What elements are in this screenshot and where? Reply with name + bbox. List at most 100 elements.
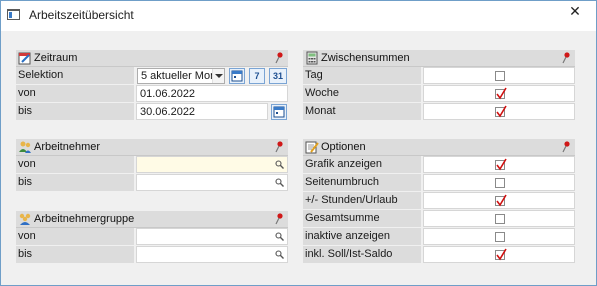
pin-icon[interactable] [274,141,284,153]
search-icon[interactable] [275,178,284,187]
arbeitnehmergruppe-bis-field[interactable] [136,246,288,263]
search-icon[interactable] [275,160,284,169]
optionen-panel: Optionen Grafik anzeigen Seitenumbruch +/-… [303,139,575,264]
optionen-item-value-cell [423,228,575,245]
zwischensummen-panel: Zwischensummen Tag Woche Monat [303,50,575,121]
zeitraum-bis-field[interactable]: 30.06.2022 [136,103,268,120]
zeitraum-von-field[interactable]: 01.06.2022 [136,85,288,102]
optionen-item-label: Grafik anzeigen [303,156,421,173]
zeitraum-header: Zeitraum [16,50,288,67]
checkmark-icon [496,105,507,118]
optionen-item-label: inkl. Soll/Ist-Saldo [303,246,421,263]
arbeitnehmergruppe-title: Arbeitnehmergruppe [34,213,135,225]
selektion-value: 5 aktueller Mon [141,70,217,82]
optionen-item-checkbox[interactable] [495,194,507,207]
selektion-label: Selektion [16,67,134,84]
zwischensummen-item-row: Tag [303,67,575,85]
arbeitnehmergruppe-von-field[interactable] [136,228,288,245]
window-title: Arbeitszeitübersicht [29,8,134,22]
calculator-icon [306,51,318,65]
optionen-item-value-cell [423,210,575,227]
arbeitnehmergruppe-von-row: von [16,228,288,246]
checkmark-icon [496,158,507,171]
zwischensummen-title: Zwischensummen [321,52,410,64]
arbeitnehmergruppe-bis-row: bis [16,246,288,264]
calendar-icon [231,70,243,82]
close-button[interactable]: ✕ [563,3,587,21]
optionen-item-checkbox[interactable] [495,232,505,242]
arbeitnehmergruppe-header: Arbeitnehmergruppe [16,211,288,228]
zeitraum-bis-label: bis [16,103,134,120]
optionen-item-row: +/- Stunden/Urlaub [303,192,575,210]
arbeitnehmergruppe-bis-label: bis [16,246,134,263]
arbeitnehmer-von-label: von [16,156,134,173]
dialog-window: Arbeitszeitübersicht ✕ Zeitraum Selektio… [0,0,597,286]
zwischensummen-item-label: Woche [303,85,421,102]
optionen-item-label: inaktive anzeigen [303,228,421,245]
optionen-item-row: Gesamtsumme [303,210,575,228]
calendar-picker-button[interactable] [271,104,287,120]
notepad-pencil-icon [305,141,319,154]
zwischensummen-item-value-cell [423,85,575,102]
optionen-item-value-cell [423,156,575,173]
optionen-list: Grafik anzeigen Seitenumbruch +/- Stunden/… [303,156,575,264]
checkmark-icon [496,194,507,207]
zwischensummen-item-label: Monat [303,103,421,120]
zwischensummen-list: Tag Woche Monat [303,67,575,121]
zeitraum-panel: Zeitraum Selektion 5 aktueller Mon 7 31 … [16,50,288,121]
optionen-item-checkbox[interactable] [495,214,505,224]
zwischensummen-item-value-cell [423,103,575,120]
arbeitnehmer-title: Arbeitnehmer [34,141,101,153]
zeitraum-title: Zeitraum [34,52,78,64]
pin-icon[interactable] [274,52,284,64]
zeitraum-von-row: von 01.06.2022 [16,85,288,103]
zwischensummen-item-checkbox[interactable] [495,71,505,81]
arbeitnehmer-von-field[interactable] [136,156,288,173]
week-button[interactable]: 7 [249,68,265,84]
optionen-item-checkbox[interactable] [495,158,507,171]
optionen-item-row: inkl. Soll/Ist-Saldo [303,246,575,264]
window-app-icon [7,9,20,20]
zeitraum-von-label: von [16,85,134,102]
zeitraum-bis-row: bis 30.06.2022 [16,103,288,121]
dialog-client-area: Zeitraum Selektion 5 aktueller Mon 7 31 … [1,31,596,285]
users-icon [19,141,31,153]
checkmark-icon [496,87,507,100]
optionen-item-row: Seitenumbruch [303,174,575,192]
zwischensummen-item-checkbox[interactable] [495,87,507,100]
arbeitnehmer-bis-label: bis [16,174,134,191]
selektion-dropdown[interactable]: 5 aktueller Mon [137,68,225,84]
calendar-icon [273,106,285,118]
zwischensummen-item-label: Tag [303,67,421,84]
optionen-item-label: Seitenumbruch [303,174,421,191]
optionen-item-value-cell [423,246,575,263]
search-icon[interactable] [275,232,284,241]
user-group-icon [19,213,31,225]
arbeitnehmer-bis-field[interactable] [136,174,288,191]
calendar-day-button[interactable] [229,68,245,84]
search-icon[interactable] [275,250,284,259]
checkmark-icon [496,248,507,261]
arbeitnehmer-bis-row: bis [16,174,288,192]
calendar-pen-icon [18,52,31,65]
month-button[interactable]: 31 [269,68,287,84]
arbeitnehmergruppe-von-label: von [16,228,134,245]
arbeitnehmer-panel: Arbeitnehmer von bis [16,139,288,192]
pin-icon[interactable] [561,141,571,153]
optionen-item-label: Gesamtsumme [303,210,421,227]
chevron-down-icon[interactable] [212,69,224,83]
selektion-row: Selektion 5 aktueller Mon 7 31 [16,67,288,85]
optionen-item-checkbox[interactable] [495,248,507,261]
pin-icon[interactable] [561,52,571,64]
optionen-item-row: Grafik anzeigen [303,156,575,174]
zwischensummen-header: Zwischensummen [303,50,575,67]
arbeitnehmer-header: Arbeitnehmer [16,139,288,156]
zwischensummen-item-checkbox[interactable] [495,105,507,118]
optionen-header: Optionen [303,139,575,156]
optionen-item-value-cell [423,192,575,209]
title-bar: Arbeitszeitübersicht ✕ [1,1,596,31]
optionen-item-checkbox[interactable] [495,178,505,188]
optionen-title: Optionen [321,141,366,153]
pin-icon[interactable] [274,213,284,225]
optionen-item-value-cell [423,174,575,191]
